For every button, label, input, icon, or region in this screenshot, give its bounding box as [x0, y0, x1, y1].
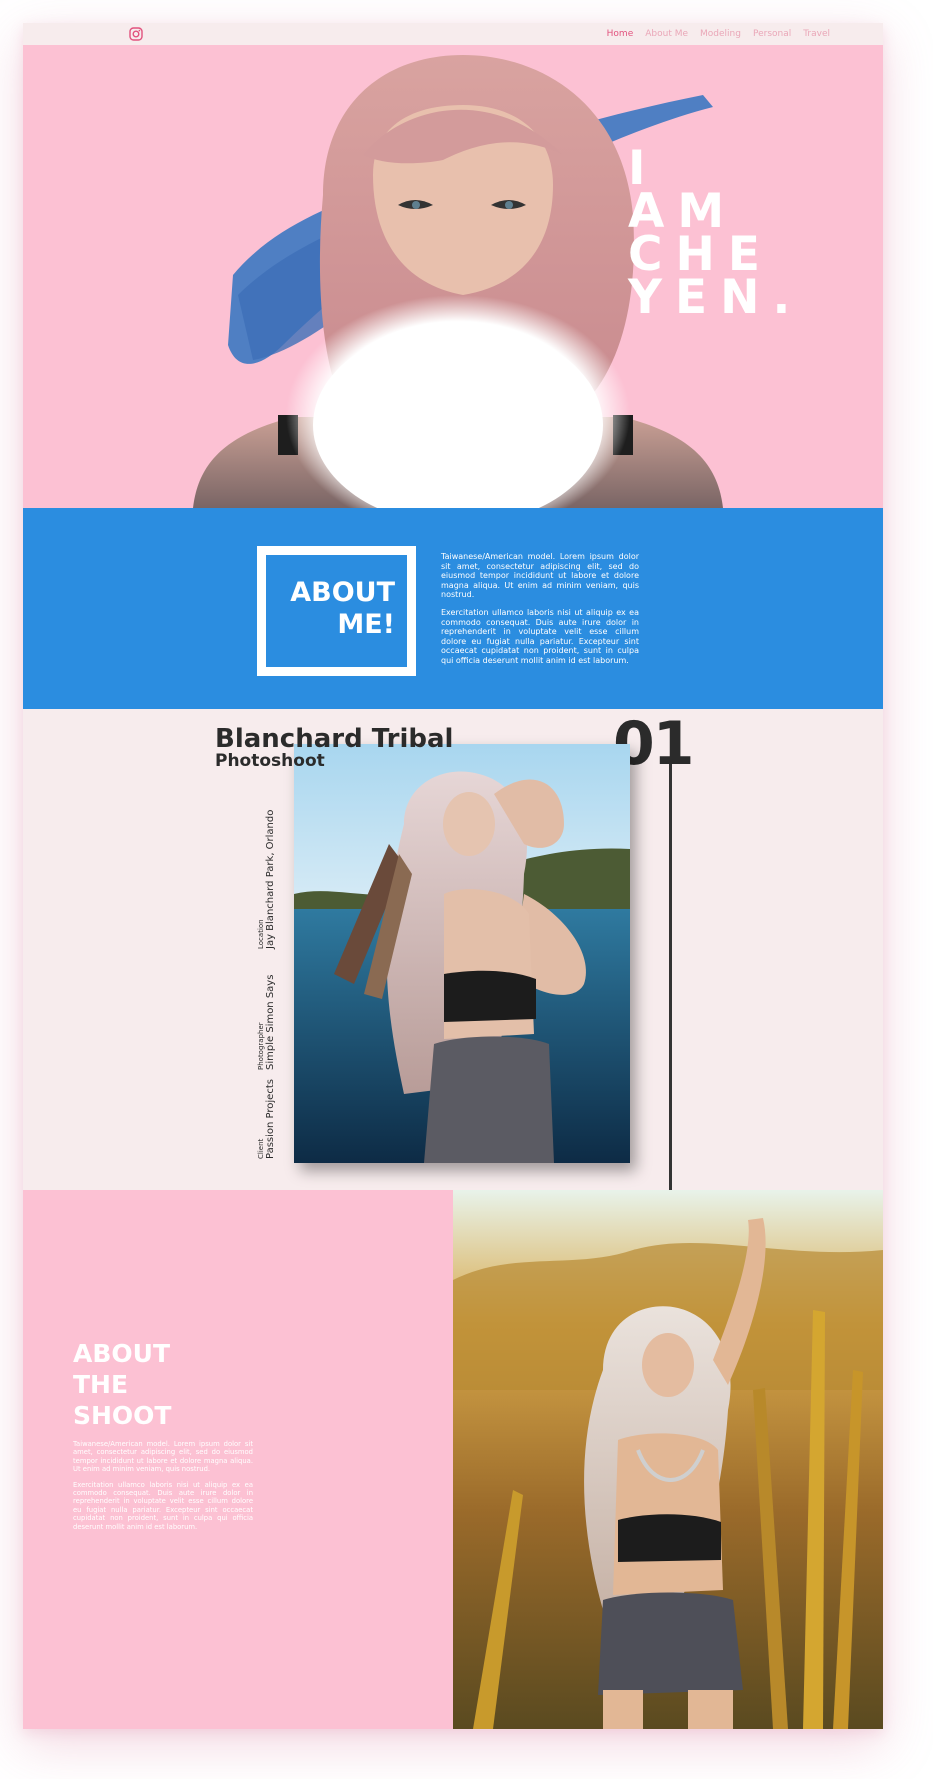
instagram-icon[interactable] — [129, 27, 143, 41]
shoot-photo[interactable] — [453, 1190, 883, 1729]
hero-section: I AM CHE YEN. — [23, 45, 883, 508]
page: Home About Me Modeling Personal Travel I… — [23, 23, 883, 1729]
about-the-shoot-text: Taiwanese/American model. Lorem ipsum do… — [73, 1440, 253, 1538]
meta-value: Simple Simon Says — [265, 974, 276, 1070]
nav-personal[interactable]: Personal — [753, 29, 791, 39]
project-title: Blanchard Tribal — [215, 724, 454, 754]
about-me-paragraph: Taiwanese/American model. Lorem ipsum do… — [441, 552, 639, 600]
meta-label: Client — [257, 1138, 265, 1159]
project-divider-line — [669, 761, 672, 1191]
nav-travel[interactable]: Travel — [803, 29, 830, 39]
project-meta-location: Location Jay Blanchard Park, Orlando — [257, 810, 277, 949]
project-section: 01 Blanchard Tribal Photoshoot Location … — [23, 709, 883, 1191]
about-the-shoot-section: ABOUT THE SHOOT Taiwanese/American model… — [23, 1190, 883, 1729]
project-subtitle: Photoshoot — [215, 751, 325, 771]
shoot-paragraph: Taiwanese/American model. Lorem ipsum do… — [73, 1440, 253, 1474]
about-me-heading-box: ABOUT ME! — [257, 546, 416, 676]
meta-value: Jay Blanchard Park, Orlando — [265, 809, 276, 949]
main-nav: Home About Me Modeling Personal Travel — [607, 23, 830, 45]
about-the-shoot-heading: ABOUT THE SHOOT — [73, 1339, 172, 1430]
meta-label: Photographer — [257, 1022, 265, 1070]
meta-value: Passion Projects — [265, 1079, 276, 1159]
nav-modeling[interactable]: Modeling — [700, 29, 741, 39]
meta-label: Location — [257, 919, 265, 949]
shoot-photo-image — [453, 1190, 883, 1729]
nav-home[interactable]: Home — [607, 29, 634, 39]
top-nav-bar: Home About Me Modeling Personal Travel — [23, 23, 883, 45]
about-me-text: Taiwanese/American model. Lorem ipsum do… — [441, 552, 639, 674]
about-me-section: ABOUT ME! Taiwanese/American model. Lore… — [23, 508, 883, 709]
project-photo[interactable] — [294, 744, 630, 1163]
project-photo-image — [294, 744, 630, 1163]
project-meta-photographer: Photographer Simple Simon Says — [257, 975, 277, 1070]
shoot-paragraph: Exercitation ullamco laboris nisi ut ali… — [73, 1480, 253, 1531]
about-me-paragraph: Exercitation ullamco laboris nisi ut ali… — [441, 607, 639, 665]
project-meta-client: Client Passion Projects — [257, 1079, 277, 1159]
about-me-heading: ABOUT ME! — [290, 577, 395, 640]
nav-about-me[interactable]: About Me — [645, 29, 688, 39]
hero-title: I AM CHE YEN. — [628, 141, 804, 325]
